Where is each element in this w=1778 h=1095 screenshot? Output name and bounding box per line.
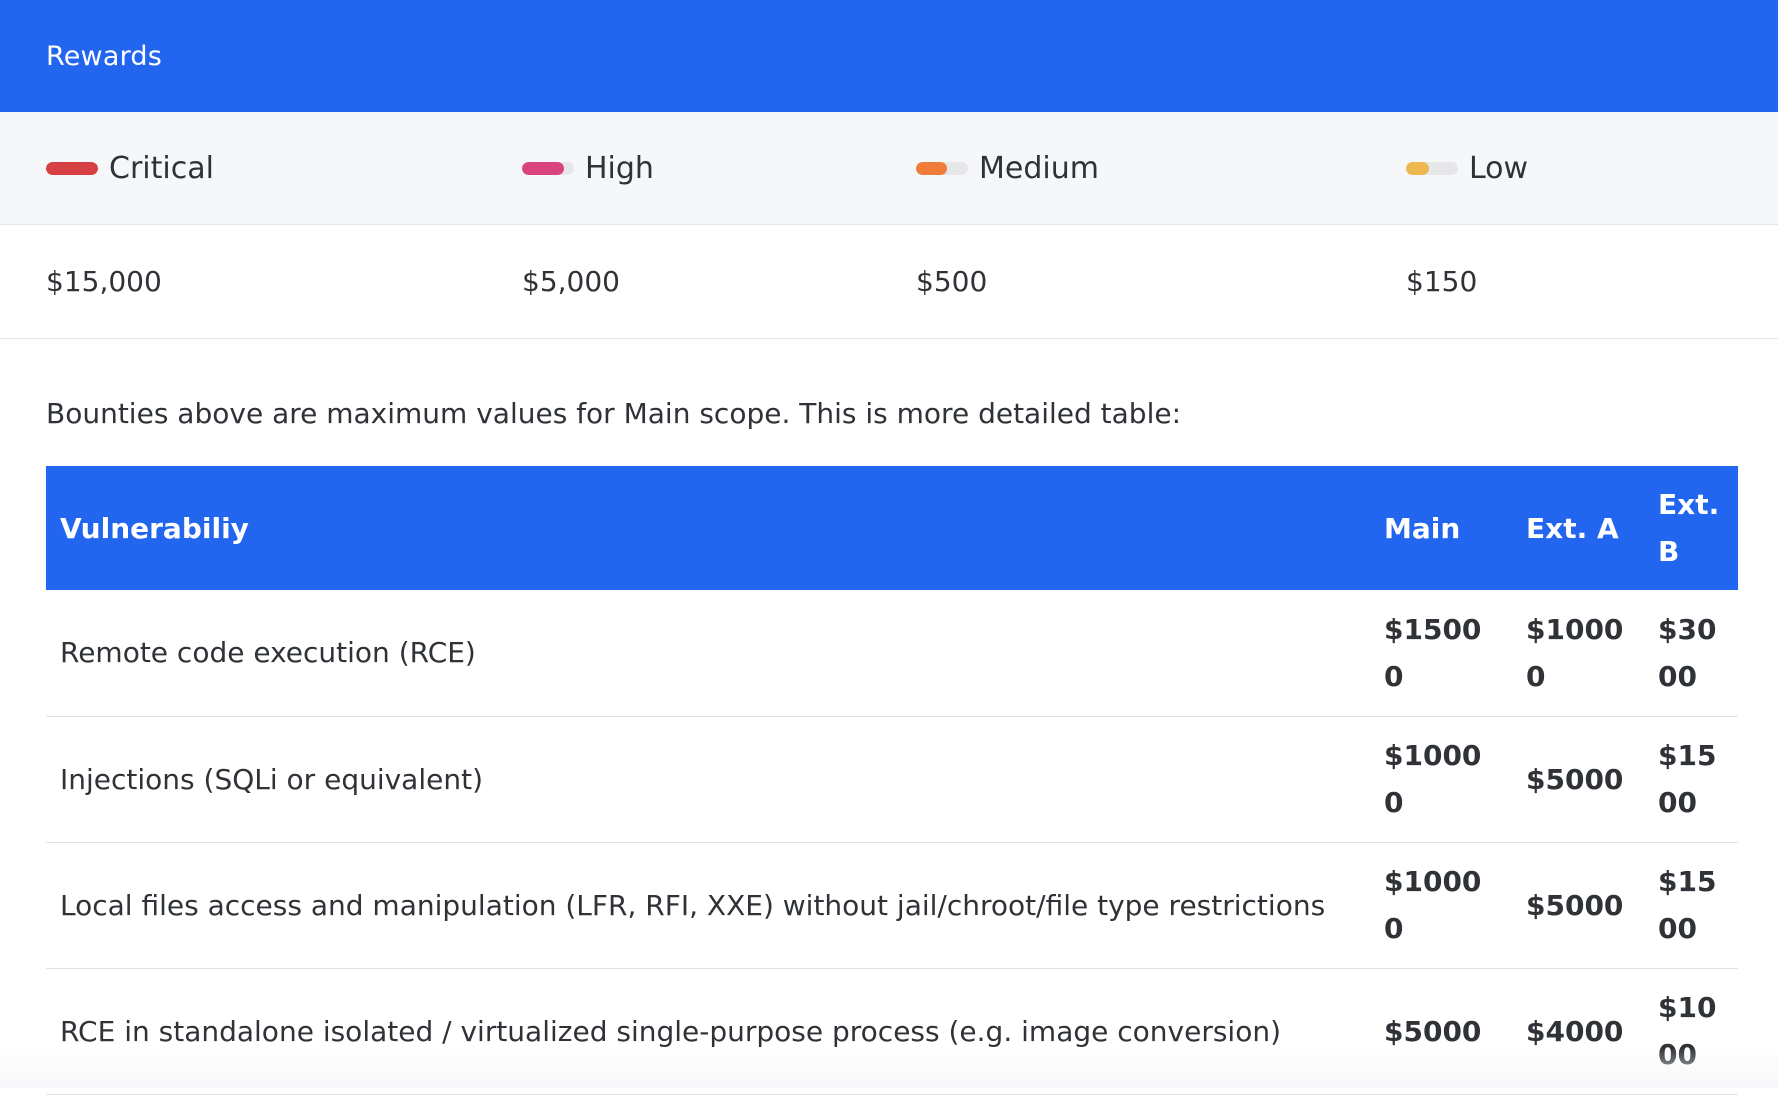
ext-a-bounty-cell: $5000 xyxy=(1512,716,1644,842)
ext-a-bounty-cell: $4000 xyxy=(1512,968,1644,1094)
severity-low: Low xyxy=(1406,112,1528,224)
severity-label: Critical xyxy=(109,151,214,186)
table-row: Injections (SQLi or equivalent) $10000 $… xyxy=(46,716,1738,842)
main-bounty-cell: $10000 xyxy=(1370,842,1512,968)
ext-b-bounty-cell: $3000 xyxy=(1644,590,1738,716)
column-header-ext-b: Ext. B xyxy=(1644,466,1738,590)
reward-value-low: $150 xyxy=(1406,225,1477,338)
severity-label: Medium xyxy=(979,151,1099,186)
vulnerability-cell: Remote code execution (RCE) xyxy=(46,590,1370,716)
vulnerability-cell: RCE in standalone isolated / virtualized… xyxy=(46,968,1370,1094)
bounty-table: Vulnerabiliy Main Ext. A Ext. B Remote c… xyxy=(46,466,1738,1095)
severity-label: High xyxy=(585,151,654,186)
ext-a-bounty-cell: $10000 xyxy=(1512,590,1644,716)
vulnerability-cell: Injections (SQLi or equivalent) xyxy=(46,716,1370,842)
severity-high: High xyxy=(522,112,654,224)
reward-values-row: $15,000 $5,000 $500 $150 xyxy=(0,225,1778,339)
severity-bar-icon xyxy=(46,162,98,175)
table-row: RCE in standalone isolated / virtualized… xyxy=(46,968,1738,1094)
ext-b-bounty-cell: $1500 xyxy=(1644,716,1738,842)
table-row: Remote code execution (RCE) $15000 $1000… xyxy=(46,590,1738,716)
severity-row: Critical High Medium Low xyxy=(0,112,1778,225)
column-header-main: Main xyxy=(1370,466,1512,590)
ext-b-bounty-cell: $1500 xyxy=(1644,842,1738,968)
bounty-note: Bounties above are maximum values for Ma… xyxy=(0,394,1778,434)
table-row: Local files access and manipulation (LFR… xyxy=(46,842,1738,968)
column-header-vulnerability: Vulnerabiliy xyxy=(46,466,1370,590)
main-bounty-cell: $15000 xyxy=(1370,590,1512,716)
vulnerability-cell: Local files access and manipulation (LFR… xyxy=(46,842,1370,968)
main-bounty-cell: $10000 xyxy=(1370,716,1512,842)
rewards-header: Rewards xyxy=(0,0,1778,112)
column-header-ext-a: Ext. A xyxy=(1512,466,1644,590)
reward-value-medium: $500 xyxy=(916,225,987,338)
table-header-row: Vulnerabiliy Main Ext. A Ext. B xyxy=(46,466,1738,590)
main-bounty-cell: $5000 xyxy=(1370,968,1512,1094)
ext-b-bounty-cell: $1000 xyxy=(1644,968,1738,1094)
severity-critical: Critical xyxy=(46,112,214,224)
rewards-title: Rewards xyxy=(46,41,162,72)
severity-medium: Medium xyxy=(916,112,1099,224)
severity-label: Low xyxy=(1469,151,1528,186)
severity-bar-icon xyxy=(916,162,968,175)
severity-bar-icon xyxy=(522,162,574,175)
reward-value-critical: $15,000 xyxy=(46,225,162,338)
reward-value-high: $5,000 xyxy=(522,225,620,338)
ext-a-bounty-cell: $5000 xyxy=(1512,842,1644,968)
severity-bar-icon xyxy=(1406,162,1458,175)
